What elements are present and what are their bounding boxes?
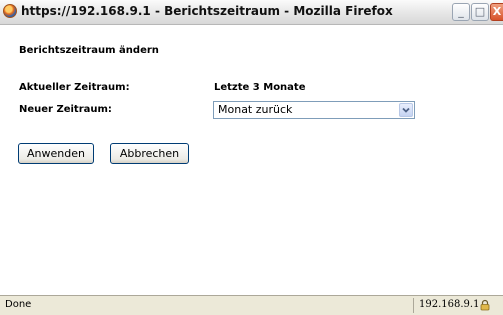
status-text: Done <box>5 299 32 310</box>
dialog-content: Berichtszeitraum ändern Aktueller Zeitra… <box>0 25 503 295</box>
current-period-label: Aktueller Zeitraum: <box>19 82 130 93</box>
close-icon: X <box>492 5 502 18</box>
lock-icon[interactable] <box>479 299 491 311</box>
new-period-label: Neuer Zeitraum: <box>19 104 112 115</box>
current-period-value: Letzte 3 Monate <box>214 82 306 93</box>
minimize-icon: _ <box>458 5 464 18</box>
maximize-icon: □ <box>474 5 486 18</box>
new-period-selected-value: Monat zurück <box>218 103 293 116</box>
close-button[interactable]: X <box>490 3 503 21</box>
maximize-button[interactable]: □ <box>471 3 489 21</box>
status-host: 192.168.9.1 <box>419 299 480 310</box>
chevron-down-icon[interactable] <box>399 103 413 117</box>
minimize-button[interactable]: _ <box>452 3 470 21</box>
apply-button[interactable]: Anwenden <box>18 143 94 164</box>
status-divider <box>413 298 414 313</box>
title-bar[interactable]: https://192.168.9.1 - Berichtszeitraum -… <box>0 0 503 25</box>
cancel-button[interactable]: Abbrechen <box>110 143 189 164</box>
firefox-icon <box>3 4 17 18</box>
status-bar: Done 192.168.9.1 <box>0 295 503 315</box>
window-title: https://192.168.9.1 - Berichtszeitraum -… <box>21 4 393 18</box>
new-period-select[interactable]: Monat zurück <box>213 101 415 119</box>
page-title: Berichtszeitraum ändern <box>19 45 159 56</box>
browser-window: https://192.168.9.1 - Berichtszeitraum -… <box>0 0 503 315</box>
